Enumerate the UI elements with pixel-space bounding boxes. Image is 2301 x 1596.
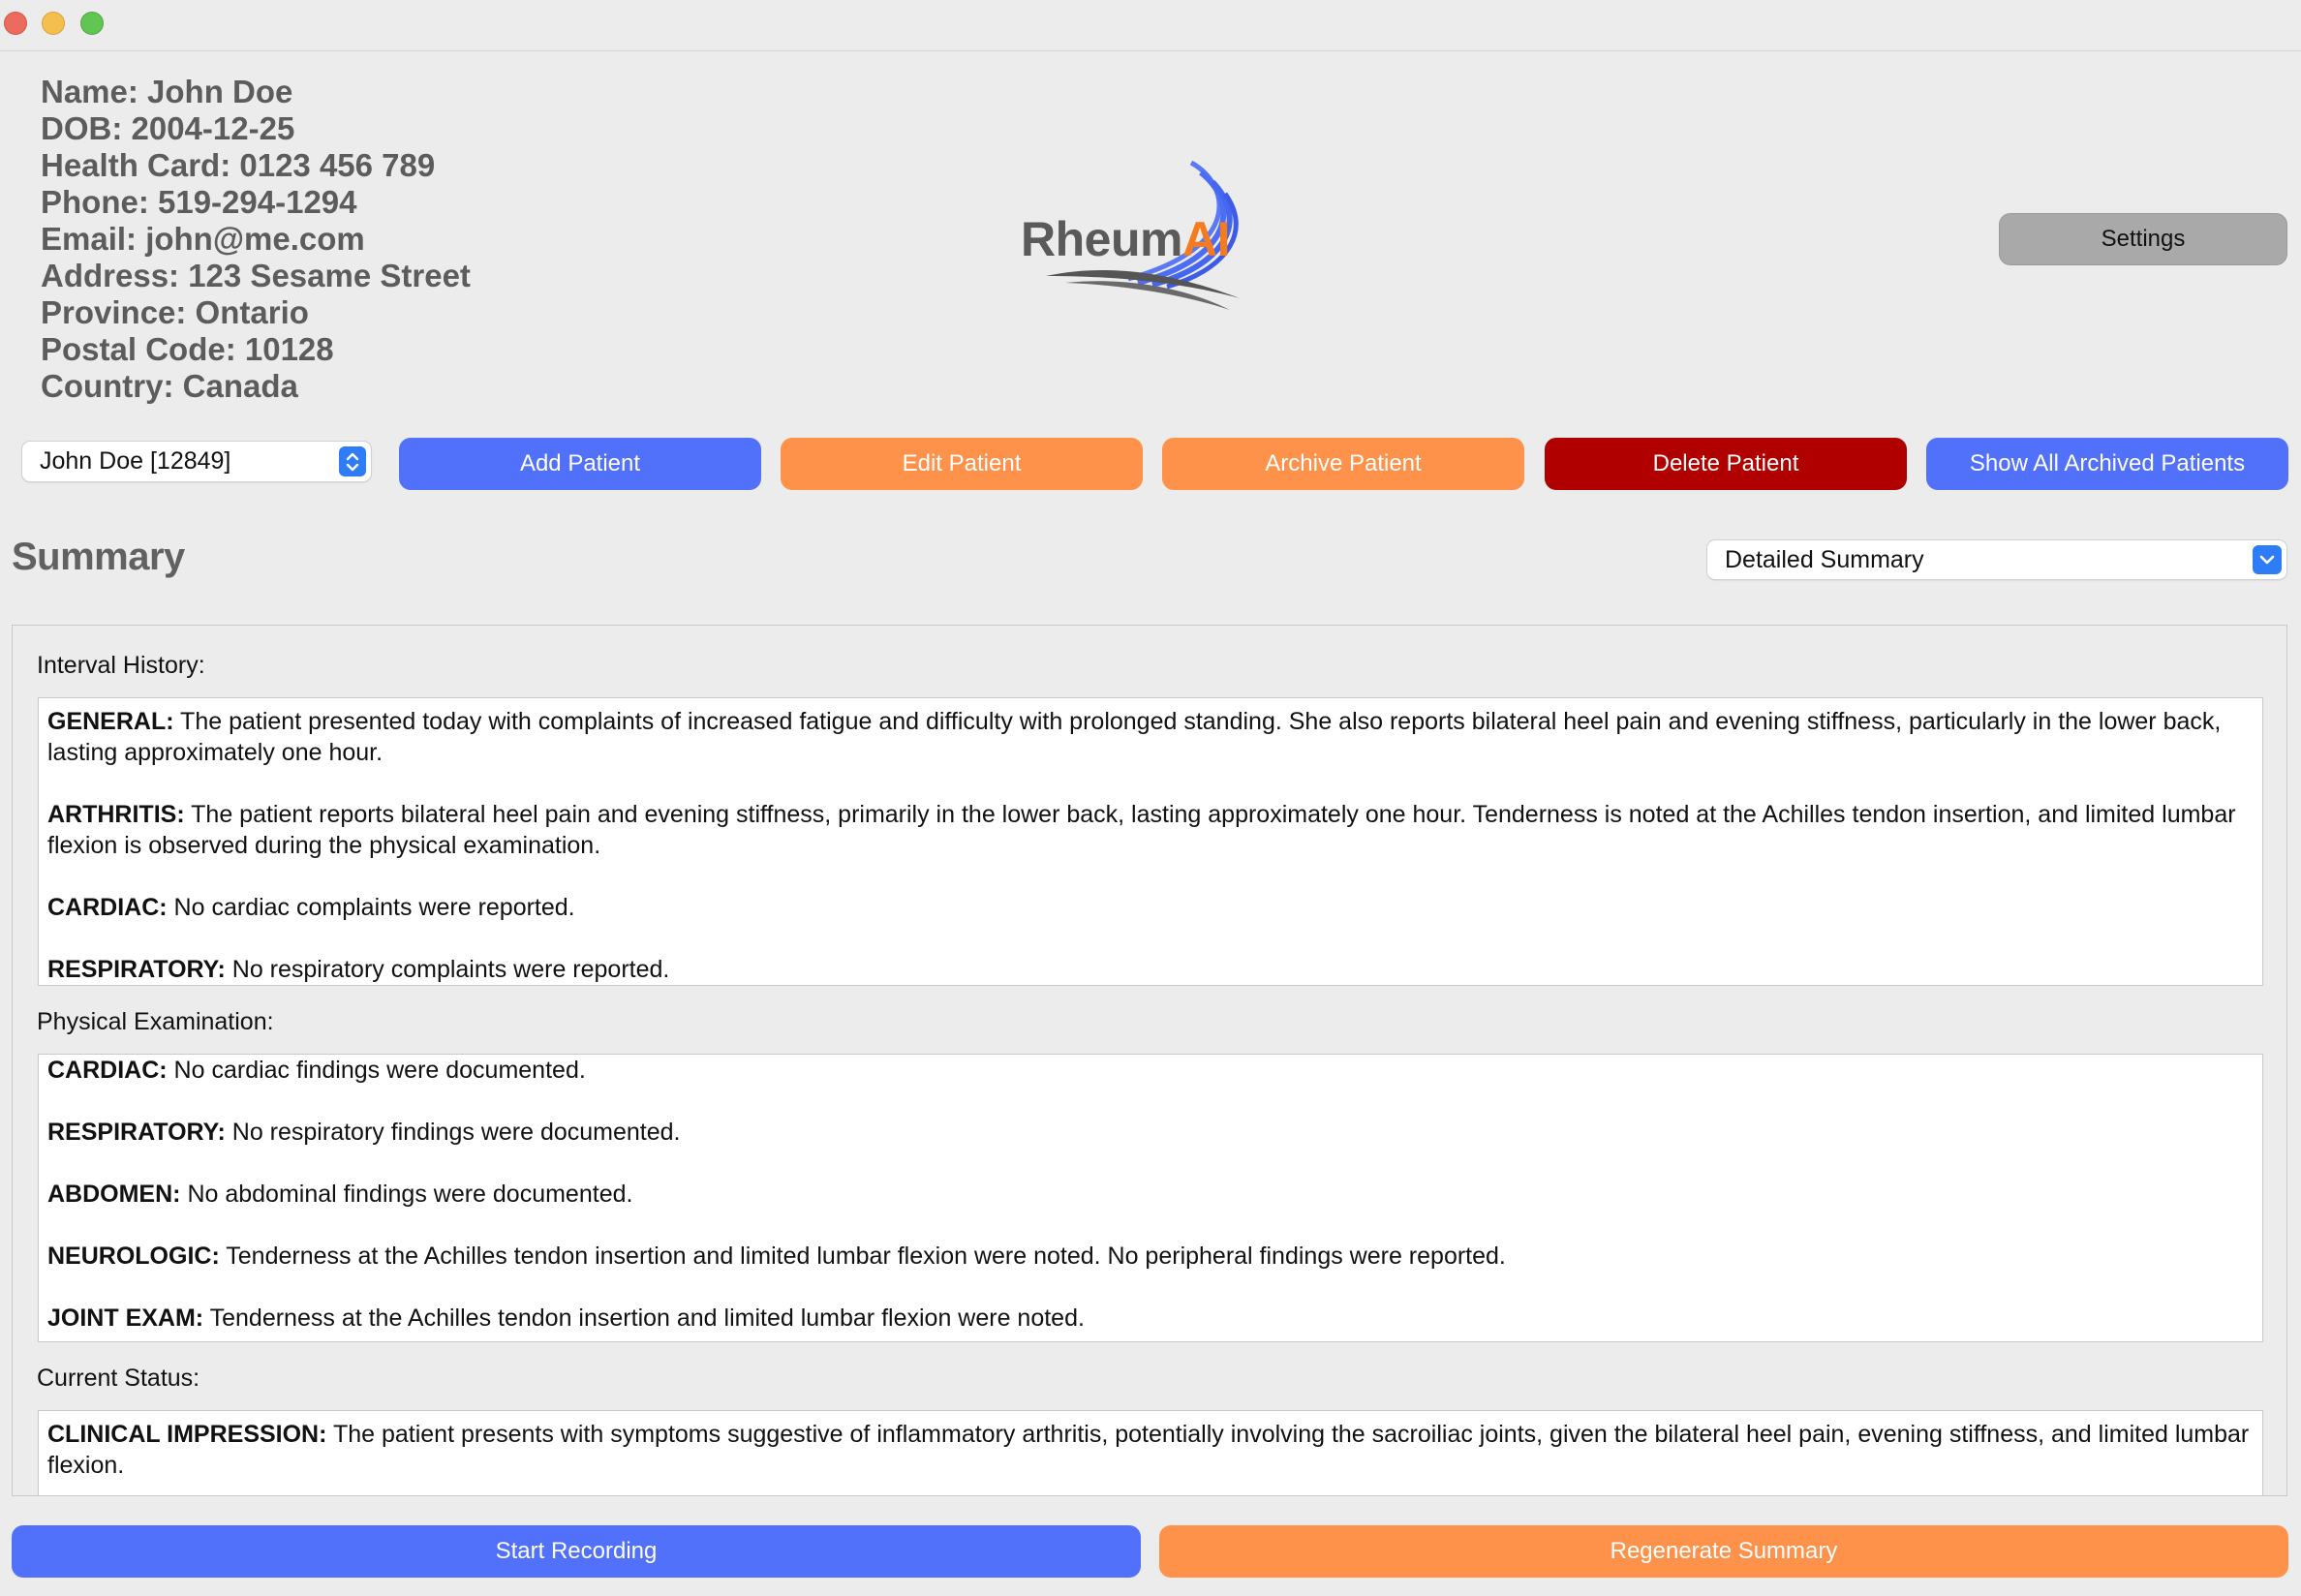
window-minimize-button[interactable]	[42, 12, 65, 35]
show-archived-patients-button[interactable]: Show All Archived Patients	[1926, 438, 2288, 490]
patient-dob: DOB: 2004-12-25	[41, 110, 295, 146]
window-titlebar	[0, 0, 2301, 51]
entry: RESPIRATORY: No respiratory findings wer…	[47, 1119, 681, 1146]
entry: RESPIRATORY: No respiratory complaints w…	[47, 956, 670, 983]
entry: CARDIAC: No cardiac findings were docume…	[47, 1057, 586, 1084]
patient-email: Email: john@me.com	[41, 221, 365, 257]
current-status-label: Current Status:	[37, 1365, 200, 1392]
edit-patient-button[interactable]: Edit Patient	[781, 438, 1143, 490]
physical-exam-label: Physical Examination:	[37, 1008, 274, 1035]
entry: GENERAL: The patient presented today wit…	[47, 708, 2222, 766]
chevron-down-icon	[2253, 545, 2282, 574]
patient-name: Name: John Doe	[41, 74, 293, 109]
entry: JOINT EXAM: Tenderness at the Achilles t…	[47, 1304, 1085, 1332]
select-stepper-icon	[339, 446, 366, 476]
entry: ABDOMEN: No abdominal findings were docu…	[47, 1181, 633, 1208]
entry: CARDIAC: No cardiac complaints were repo…	[47, 894, 575, 921]
settings-button[interactable]: Settings	[1999, 213, 2287, 265]
interval-history-label: Interval History:	[37, 652, 205, 679]
patient-select[interactable]: John Doe [12849]	[22, 442, 371, 481]
interval-history-text[interactable]: GENERAL: The patient presented today wit…	[38, 697, 2263, 986]
summary-type-select[interactable]: Detailed Summary	[1707, 540, 2286, 579]
rheumai-logo: RheumAI	[1007, 145, 1278, 320]
entry: CLINICAL IMPRESSION: The patient present…	[47, 1421, 2250, 1479]
archive-patient-button[interactable]: Archive Patient	[1162, 438, 1524, 490]
patient-phone: Phone: 519-294-1294	[41, 184, 357, 220]
window-close-button[interactable]	[4, 12, 27, 35]
patient-province: Province: Ontario	[41, 294, 309, 330]
patient-address: Address: 123 Sesame Street	[41, 258, 471, 293]
entry: NEUROLOGIC: Tenderness at the Achilles t…	[47, 1243, 1506, 1270]
patient-postal-code: Postal Code: 10128	[41, 331, 334, 367]
entry: ARTHRITIS: The patient reports bilateral…	[47, 801, 2236, 859]
summary-title: Summary	[12, 536, 185, 578]
logo-text-rheum: Rheum	[1021, 212, 1182, 266]
physical-exam-text[interactable]: CARDIAC: No cardiac findings were docume…	[38, 1054, 2263, 1342]
start-recording-button[interactable]: Start Recording	[12, 1525, 1141, 1578]
summary-type-value: Detailed Summary	[1725, 545, 1924, 573]
window-maximize-button[interactable]	[80, 12, 104, 35]
patient-health-card: Health Card: 0123 456 789	[41, 147, 436, 183]
regenerate-summary-button[interactable]: Regenerate Summary	[1159, 1525, 2288, 1578]
delete-patient-button[interactable]: Delete Patient	[1545, 438, 1907, 490]
patient-select-value: John Doe [12849]	[40, 447, 231, 475]
summary-panel: Interval History: GENERAL: The patient p…	[12, 625, 2287, 1496]
patient-country: Country: Canada	[41, 368, 298, 404]
patient-info: Name: John Doe DOB: 2004-12-25 Health Ca…	[41, 74, 471, 405]
logo-text-ai: AI	[1181, 212, 1231, 266]
logo-text: RheumAI	[1021, 211, 1230, 267]
current-status-text[interactable]: CLINICAL IMPRESSION: The patient present…	[38, 1410, 2263, 1495]
add-patient-button[interactable]: Add Patient	[399, 438, 761, 490]
